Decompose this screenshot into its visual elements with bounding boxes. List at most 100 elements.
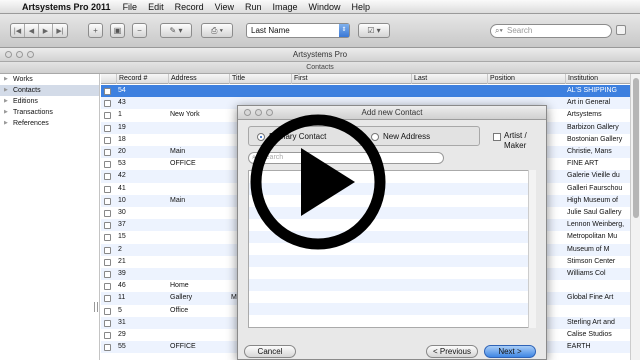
- first-record-icon[interactable]: |◀: [11, 24, 25, 37]
- cell-address: [168, 183, 229, 195]
- add-record-button[interactable]: +: [88, 23, 103, 38]
- previous-record-icon[interactable]: ◀: [25, 24, 39, 37]
- row-checkbox[interactable]: [104, 295, 111, 303]
- list-row[interactable]: [249, 267, 535, 279]
- disclosure-triangle-icon[interactable]: ▶: [4, 85, 8, 96]
- cell-institution: [565, 305, 630, 317]
- search-icon: ⌕▾: [495, 26, 503, 35]
- delete-record-button[interactable]: −: [132, 23, 147, 38]
- cell-address: [168, 170, 229, 182]
- sidebar-item-transactions[interactable]: ▶ Transactions: [0, 107, 99, 118]
- artist-maker-checkbox[interactable]: Artist / Maker: [493, 131, 538, 151]
- row-checkbox[interactable]: [104, 100, 111, 108]
- column-header-position[interactable]: Position: [487, 74, 565, 84]
- list-row[interactable]: [249, 303, 535, 315]
- menu-window[interactable]: Window: [309, 2, 341, 12]
- cell-address: [168, 122, 229, 134]
- menu-record[interactable]: Record: [175, 2, 204, 12]
- row-checkbox[interactable]: [104, 271, 111, 278]
- column-header-record[interactable]: Record #: [116, 74, 168, 84]
- print-icon[interactable]: ⎙ ▾: [201, 23, 233, 38]
- row-checkbox[interactable]: [104, 344, 111, 352]
- row-checkbox[interactable]: [104, 161, 111, 169]
- row-checkbox[interactable]: [104, 88, 111, 95]
- list-row[interactable]: [249, 279, 535, 291]
- cell-institution: High Museum of: [567, 196, 618, 204]
- scrollbar-thumb[interactable]: [633, 78, 639, 218]
- cancel-button[interactable]: Cancel: [244, 345, 296, 358]
- row-checkbox[interactable]: [104, 283, 111, 291]
- sidebar-item-works[interactable]: ▶ Works: [0, 74, 99, 85]
- cell-address: [168, 207, 229, 219]
- menu-run[interactable]: Run: [245, 2, 262, 12]
- cell-record: 19: [118, 123, 126, 131]
- disclosure-triangle-icon[interactable]: ▶: [4, 96, 8, 107]
- disclosure-triangle-icon[interactable]: ▶: [4, 74, 8, 85]
- cell-institution: Art in General: [567, 99, 611, 107]
- toolbar-search-placeholder: Search: [507, 26, 533, 35]
- sort-field-select[interactable]: Last Name ⇕: [246, 23, 350, 38]
- menu-image[interactable]: Image: [272, 2, 297, 12]
- menu-view[interactable]: View: [215, 2, 234, 12]
- close-window-icon[interactable]: [5, 51, 12, 58]
- sidebar-item-editions[interactable]: ▶ Editions: [0, 96, 99, 107]
- sidebar-item-label: Works: [13, 76, 33, 83]
- list-row[interactable]: [249, 291, 535, 303]
- checklist-icon[interactable]: ☑ ▾: [358, 23, 390, 38]
- list-row[interactable]: [249, 255, 535, 267]
- row-checkbox[interactable]: [104, 112, 111, 120]
- row-checkbox[interactable]: [104, 124, 111, 132]
- row-checkbox[interactable]: [104, 173, 111, 181]
- column-header-address[interactable]: Address: [168, 74, 229, 84]
- cell-institution: Artsystems: [567, 111, 602, 119]
- column-header-institution[interactable]: Institution: [565, 74, 630, 84]
- last-record-icon[interactable]: ▶|: [53, 24, 67, 37]
- cell-record: 18: [118, 135, 126, 143]
- save-icon[interactable]: ▣: [110, 23, 125, 38]
- zoom-window-icon[interactable]: [27, 51, 34, 58]
- sidebar-item-contacts[interactable]: ▶ Contacts: [0, 85, 99, 96]
- column-header-first[interactable]: First: [291, 74, 411, 84]
- minimize-window-icon[interactable]: [16, 51, 23, 58]
- toolbar-search-input[interactable]: ⌕▾ Search: [490, 24, 612, 38]
- row-checkbox[interactable]: [104, 319, 111, 327]
- disclosure-triangle-icon[interactable]: ▶: [4, 118, 8, 129]
- row-checkbox[interactable]: [104, 185, 111, 193]
- menu-edit[interactable]: Edit: [148, 2, 164, 12]
- row-checkbox[interactable]: [104, 234, 111, 242]
- column-header-last[interactable]: Last: [411, 74, 487, 84]
- disclosure-triangle-icon[interactable]: ▶: [4, 107, 8, 118]
- row-checkbox[interactable]: [104, 149, 111, 156]
- app-menu[interactable]: Artsystems Pro 2011: [22, 2, 111, 12]
- list-row[interactable]: [249, 327, 535, 328]
- row-checkbox[interactable]: [104, 197, 111, 205]
- row-checkbox[interactable]: [104, 258, 111, 266]
- row-checkbox[interactable]: [104, 222, 111, 230]
- cell-record: 30: [118, 209, 126, 216]
- next-record-icon[interactable]: ▶: [39, 24, 53, 37]
- sidebar-splitter[interactable]: [94, 302, 98, 312]
- row-checkbox[interactable]: [104, 332, 111, 339]
- menu-help[interactable]: Help: [352, 2, 371, 12]
- play-video-icon[interactable]: [248, 112, 388, 252]
- list-row[interactable]: [249, 315, 535, 327]
- cell-address: Main: [170, 148, 186, 155]
- table-scrollbar[interactable]: [630, 74, 640, 360]
- cell-address: Home: [170, 282, 189, 290]
- row-checkbox[interactable]: [104, 246, 111, 254]
- previous-button[interactable]: < Previous: [426, 345, 478, 358]
- results-scrollbar[interactable]: [528, 170, 536, 328]
- column-header-title[interactable]: Title: [229, 74, 291, 84]
- cell-institution: EARTH: [567, 343, 591, 351]
- table-row[interactable]: 54 AL'S SHIPPING: [101, 85, 630, 98]
- row-checkbox[interactable]: [104, 307, 111, 315]
- cell-record: 1: [118, 111, 122, 119]
- toolbar-toggle-icon[interactable]: [616, 25, 626, 35]
- sidebar-item-references[interactable]: ▶ References: [0, 118, 99, 129]
- edit-icon[interactable]: ✎ ▾: [160, 23, 192, 38]
- sidebar-item-label: References: [13, 120, 49, 127]
- next-button[interactable]: Next >: [484, 345, 536, 358]
- row-checkbox[interactable]: [104, 210, 111, 217]
- row-checkbox[interactable]: [104, 136, 111, 144]
- menu-file[interactable]: File: [123, 2, 138, 12]
